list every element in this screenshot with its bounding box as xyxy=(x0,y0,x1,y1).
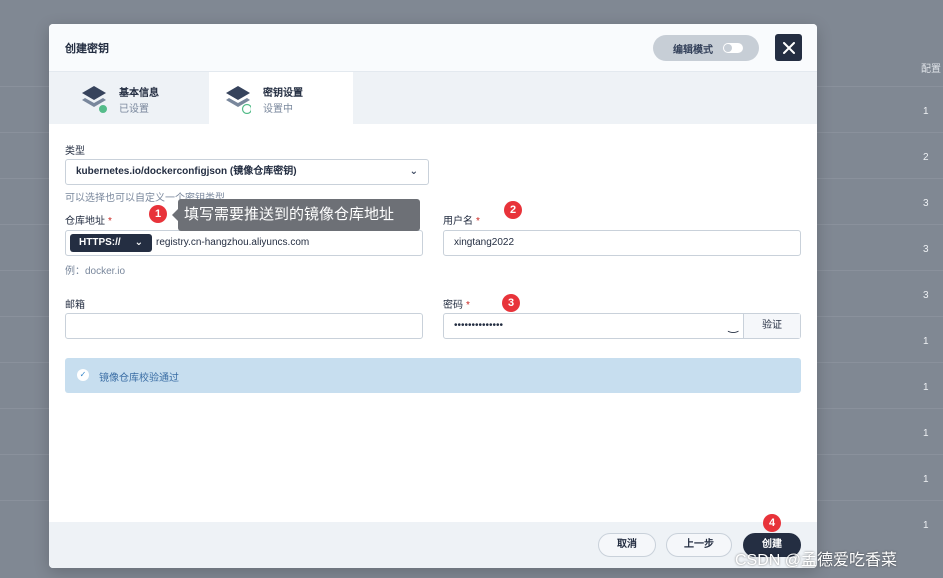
username-value: xingtang2022 xyxy=(454,237,515,248)
protocol-value: HTTPS:// xyxy=(79,237,121,248)
validation-success-text: 镜像仓库校验通过 xyxy=(99,373,179,384)
password-label-text: 密码 xyxy=(443,300,463,311)
background-cell: 3 xyxy=(923,290,929,301)
password-value: •••••••••••••• xyxy=(454,320,504,331)
registry-value: registry.cn-hangzhou.aliyuncs.com xyxy=(156,237,310,248)
toggle-switch-icon xyxy=(723,43,743,53)
cancel-button[interactable]: 取消 xyxy=(598,533,656,557)
annotation-badge-2: 2 xyxy=(504,201,522,219)
watermark: CSDN @孟德爱吃香菜 xyxy=(735,552,898,569)
background-cell: 1 xyxy=(923,336,929,347)
email-label: 邮箱 xyxy=(65,300,85,311)
create-secret-modal: 创建密钥 编辑模式 基本信息 已设置 密钥设置 设置中 类型 kubernete… xyxy=(49,24,817,568)
password-label: 密码 * xyxy=(443,296,470,311)
password-input[interactable]: •••••••••••••• ‿ 验证 xyxy=(443,313,801,339)
close-button[interactable] xyxy=(775,34,802,61)
close-icon xyxy=(782,41,795,54)
tab-status: 已设置 xyxy=(119,104,149,115)
email-input[interactable] xyxy=(65,313,423,339)
type-label: 类型 xyxy=(65,146,85,157)
annotation-badge-1: 1 xyxy=(149,205,167,223)
secret-type-select[interactable]: kubernetes.io/dockerconfigjson (镜像仓库密钥) … xyxy=(65,159,429,185)
background-column-header: 配置 xyxy=(921,64,941,75)
step-tabs: 基本信息 已设置 密钥设置 设置中 xyxy=(49,72,817,124)
registry-hint: 例：docker.io xyxy=(65,266,126,277)
registry-label-text: 仓库地址 xyxy=(65,216,105,227)
background-cell: 1 xyxy=(923,106,929,117)
background-cell: 1 xyxy=(923,520,929,531)
annotation-tooltip: 填写需要推送到的镜像仓库地址 xyxy=(172,199,420,231)
required-mark: * xyxy=(466,300,470,311)
background-cell: 1 xyxy=(923,428,929,439)
chevron-down-icon: ⌄ xyxy=(409,166,418,177)
tab-status: 设置中 xyxy=(263,104,293,115)
background-cell: 1 xyxy=(923,474,929,485)
verify-button[interactable]: 验证 xyxy=(743,314,800,338)
registry-label: 仓库地址 * xyxy=(65,212,112,227)
tab-title: 密钥设置 xyxy=(263,88,303,99)
required-mark: * xyxy=(108,216,112,227)
check-circle-icon: ✓ xyxy=(77,369,89,381)
username-label-text: 用户名 xyxy=(443,216,473,227)
modal-title: 创建密钥 xyxy=(65,43,109,55)
registry-input[interactable]: HTTPS:// ⌄ registry.cn-hangzhou.aliyuncs… xyxy=(65,230,423,256)
layers-icon xyxy=(82,86,107,114)
annotation-badge-3: 3 xyxy=(502,294,520,312)
modal-header: 创建密钥 编辑模式 xyxy=(49,24,817,72)
eye-closed-icon[interactable]: ‿ xyxy=(728,314,738,338)
background-cell: 3 xyxy=(923,198,929,209)
username-input[interactable]: xingtang2022 xyxy=(443,230,801,256)
required-mark: * xyxy=(476,216,480,227)
background-cell: 2 xyxy=(923,152,929,163)
previous-step-button[interactable]: 上一步 xyxy=(666,533,732,557)
tab-secret-settings[interactable]: 密钥设置 设置中 xyxy=(209,72,353,124)
background-cell: 1 xyxy=(923,382,929,393)
tab-basic-info[interactable]: 基本信息 已设置 xyxy=(65,72,209,124)
username-label: 用户名 * xyxy=(443,212,480,227)
edit-mode-label: 编辑模式 xyxy=(673,44,713,56)
modal-footer: 取消 上一步 创建 xyxy=(49,522,817,568)
tab-title: 基本信息 xyxy=(119,88,159,99)
protocol-select[interactable]: HTTPS:// ⌄ xyxy=(70,234,152,252)
background-cell: 3 xyxy=(923,244,929,255)
chevron-down-icon: ⌄ xyxy=(134,237,143,248)
edit-mode-toggle[interactable]: 编辑模式 xyxy=(653,35,759,61)
annotation-badge-4: 4 xyxy=(763,514,781,532)
layers-icon xyxy=(226,86,251,114)
secret-type-value: kubernetes.io/dockerconfigjson (镜像仓库密钥) xyxy=(76,166,297,177)
validation-success-banner: ✓ 镜像仓库校验通过 xyxy=(65,358,801,393)
